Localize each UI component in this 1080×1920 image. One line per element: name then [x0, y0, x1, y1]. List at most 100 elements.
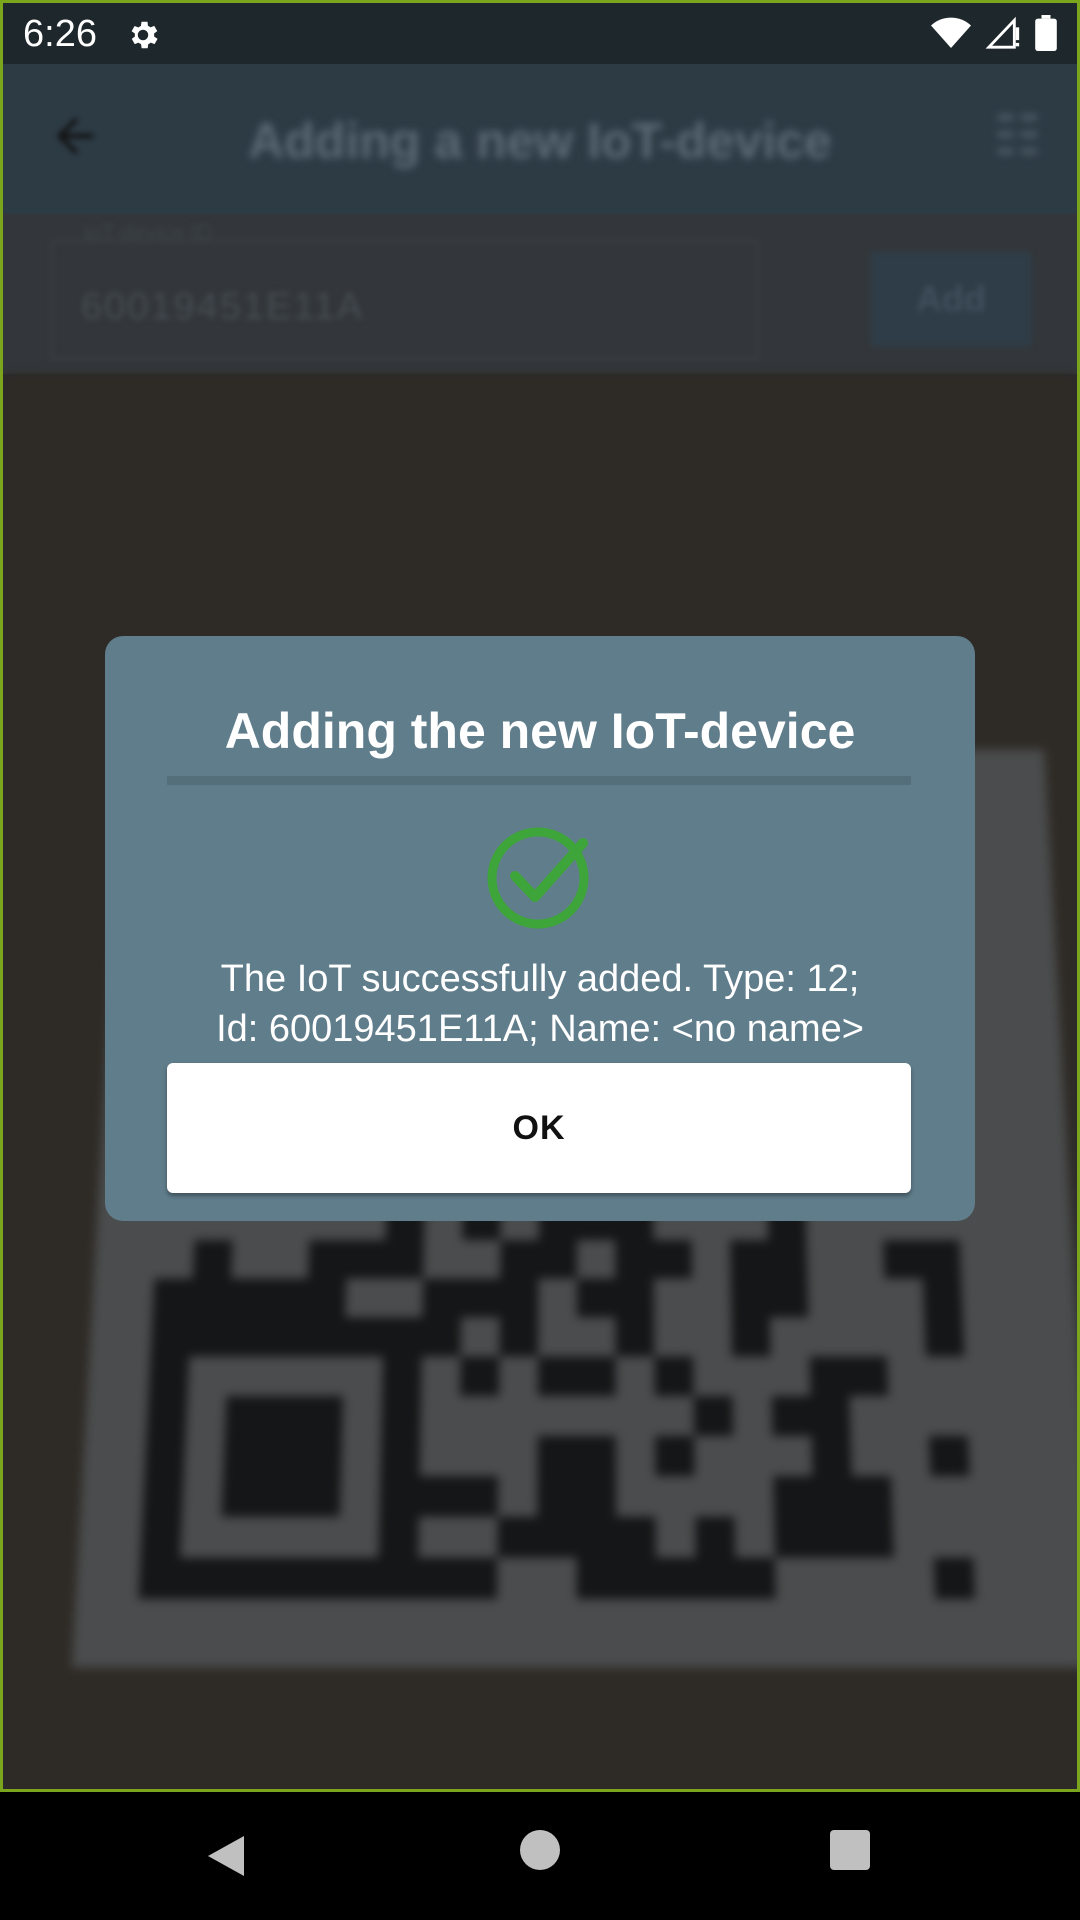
qr-module [768, 1240, 808, 1279]
qr-module [537, 1476, 577, 1517]
status-time: 6:26 [23, 13, 97, 55]
qr-module [229, 1278, 270, 1318]
qr-module [921, 1240, 962, 1279]
qr-module [576, 1476, 617, 1517]
qr-module [537, 1356, 577, 1396]
qr-module [497, 1516, 538, 1558]
qr-module [731, 1317, 771, 1357]
qr-module [538, 1240, 577, 1279]
qr-module [576, 1356, 616, 1396]
qr-module [851, 1476, 893, 1517]
system-nav-bar [0, 1792, 1080, 1920]
add-button[interactable]: Add [871, 252, 1031, 346]
qr-module [615, 1240, 654, 1279]
qr-module [933, 1557, 976, 1600]
qr-module [146, 1395, 188, 1436]
qr-module [773, 1476, 814, 1517]
qr-module [268, 1278, 308, 1318]
qr-module [810, 1395, 851, 1436]
qr-module [383, 1317, 423, 1357]
qr-module [813, 1516, 855, 1558]
qr-module [730, 1278, 770, 1318]
qr-module [381, 1395, 422, 1436]
qr-module [221, 1476, 263, 1517]
qr-module [378, 1516, 419, 1558]
qr-module [148, 1356, 190, 1396]
qr-module [417, 1557, 458, 1600]
qr-module [576, 1278, 616, 1318]
flashlight-icon[interactable]: ☷ [993, 104, 1041, 174]
dialog-message-line1: The IoT successfully added. Type: 12; [220, 958, 860, 1000]
qr-module [224, 1395, 266, 1436]
battery-icon [1035, 15, 1057, 51]
qr-module [499, 1317, 539, 1357]
cell-signal-no-data-icon [985, 16, 1020, 49]
device-id-label: IoT-device ID [83, 220, 213, 245]
qr-module [190, 1278, 232, 1318]
qr-module [735, 1557, 776, 1600]
qr-module [458, 1476, 499, 1517]
qr-module [142, 1476, 184, 1517]
qr-module [695, 1557, 737, 1600]
check-circle-icon [487, 827, 589, 929]
qr-module [380, 1435, 421, 1477]
qr-module [615, 1278, 655, 1318]
qr-module [144, 1435, 186, 1477]
qr-module [178, 1557, 220, 1600]
qr-module [576, 1435, 617, 1477]
qr-module [422, 1278, 462, 1318]
wifi-icon [931, 17, 971, 48]
qr-module [377, 1557, 419, 1600]
qr-module [421, 1317, 462, 1357]
qr-module [811, 1435, 852, 1477]
qr-module [305, 1317, 346, 1357]
app-header: Adding a new IoT-device ☷ [3, 64, 1077, 214]
qr-module [882, 1240, 923, 1279]
qr-module [346, 1240, 386, 1279]
qr-module [461, 1278, 501, 1318]
device-id-field[interactable]: IoT-device ID 60019451E11A [51, 220, 759, 360]
qr-module [922, 1278, 963, 1318]
qr-module [138, 1557, 181, 1600]
settings-gear-icon [131, 21, 158, 49]
qr-module [500, 1240, 539, 1279]
qr-module [656, 1557, 697, 1600]
qr-module [307, 1240, 348, 1279]
qr-module [301, 1435, 343, 1477]
qr-module [616, 1516, 657, 1558]
qr-module [337, 1557, 379, 1600]
qr-module [223, 1435, 264, 1477]
qr-module [653, 1240, 693, 1279]
qr-module [460, 1356, 500, 1396]
qr-module [809, 1356, 850, 1396]
dialog-message: The IoT successfully added. Type: 12; Id… [105, 954, 975, 1054]
qr-module [655, 1435, 695, 1477]
qr-module [150, 1317, 191, 1357]
qr-module [537, 1435, 577, 1477]
qr-module [297, 1557, 339, 1600]
page-title: Adding a new IoT-device [248, 113, 832, 169]
qr-module [344, 1317, 384, 1357]
qr-module [300, 1476, 341, 1517]
nav-recents-icon[interactable] [830, 1830, 870, 1870]
qr-module [262, 1435, 303, 1477]
status-bar: 6:26 [0, 0, 1080, 64]
device-id-bar: IoT-device ID 60019451E11A Add [3, 214, 1077, 374]
qr-module [379, 1476, 420, 1517]
qr-module [924, 1317, 965, 1357]
qr-module [384, 1240, 424, 1279]
qr-module [302, 1395, 344, 1436]
nav-back-icon[interactable] [206, 1834, 246, 1878]
qr-module [654, 1356, 694, 1396]
qr-module [537, 1516, 577, 1558]
status-icons [931, 15, 1057, 51]
qr-module [695, 1516, 736, 1558]
qr-module [260, 1476, 302, 1517]
nav-home-icon[interactable] [520, 1830, 560, 1870]
qr-module [616, 1557, 657, 1600]
qr-module [140, 1516, 182, 1558]
qr-module [812, 1476, 854, 1517]
qr-module [152, 1278, 193, 1318]
qr-module [771, 1395, 812, 1436]
ok-button[interactable]: OK [167, 1063, 911, 1193]
